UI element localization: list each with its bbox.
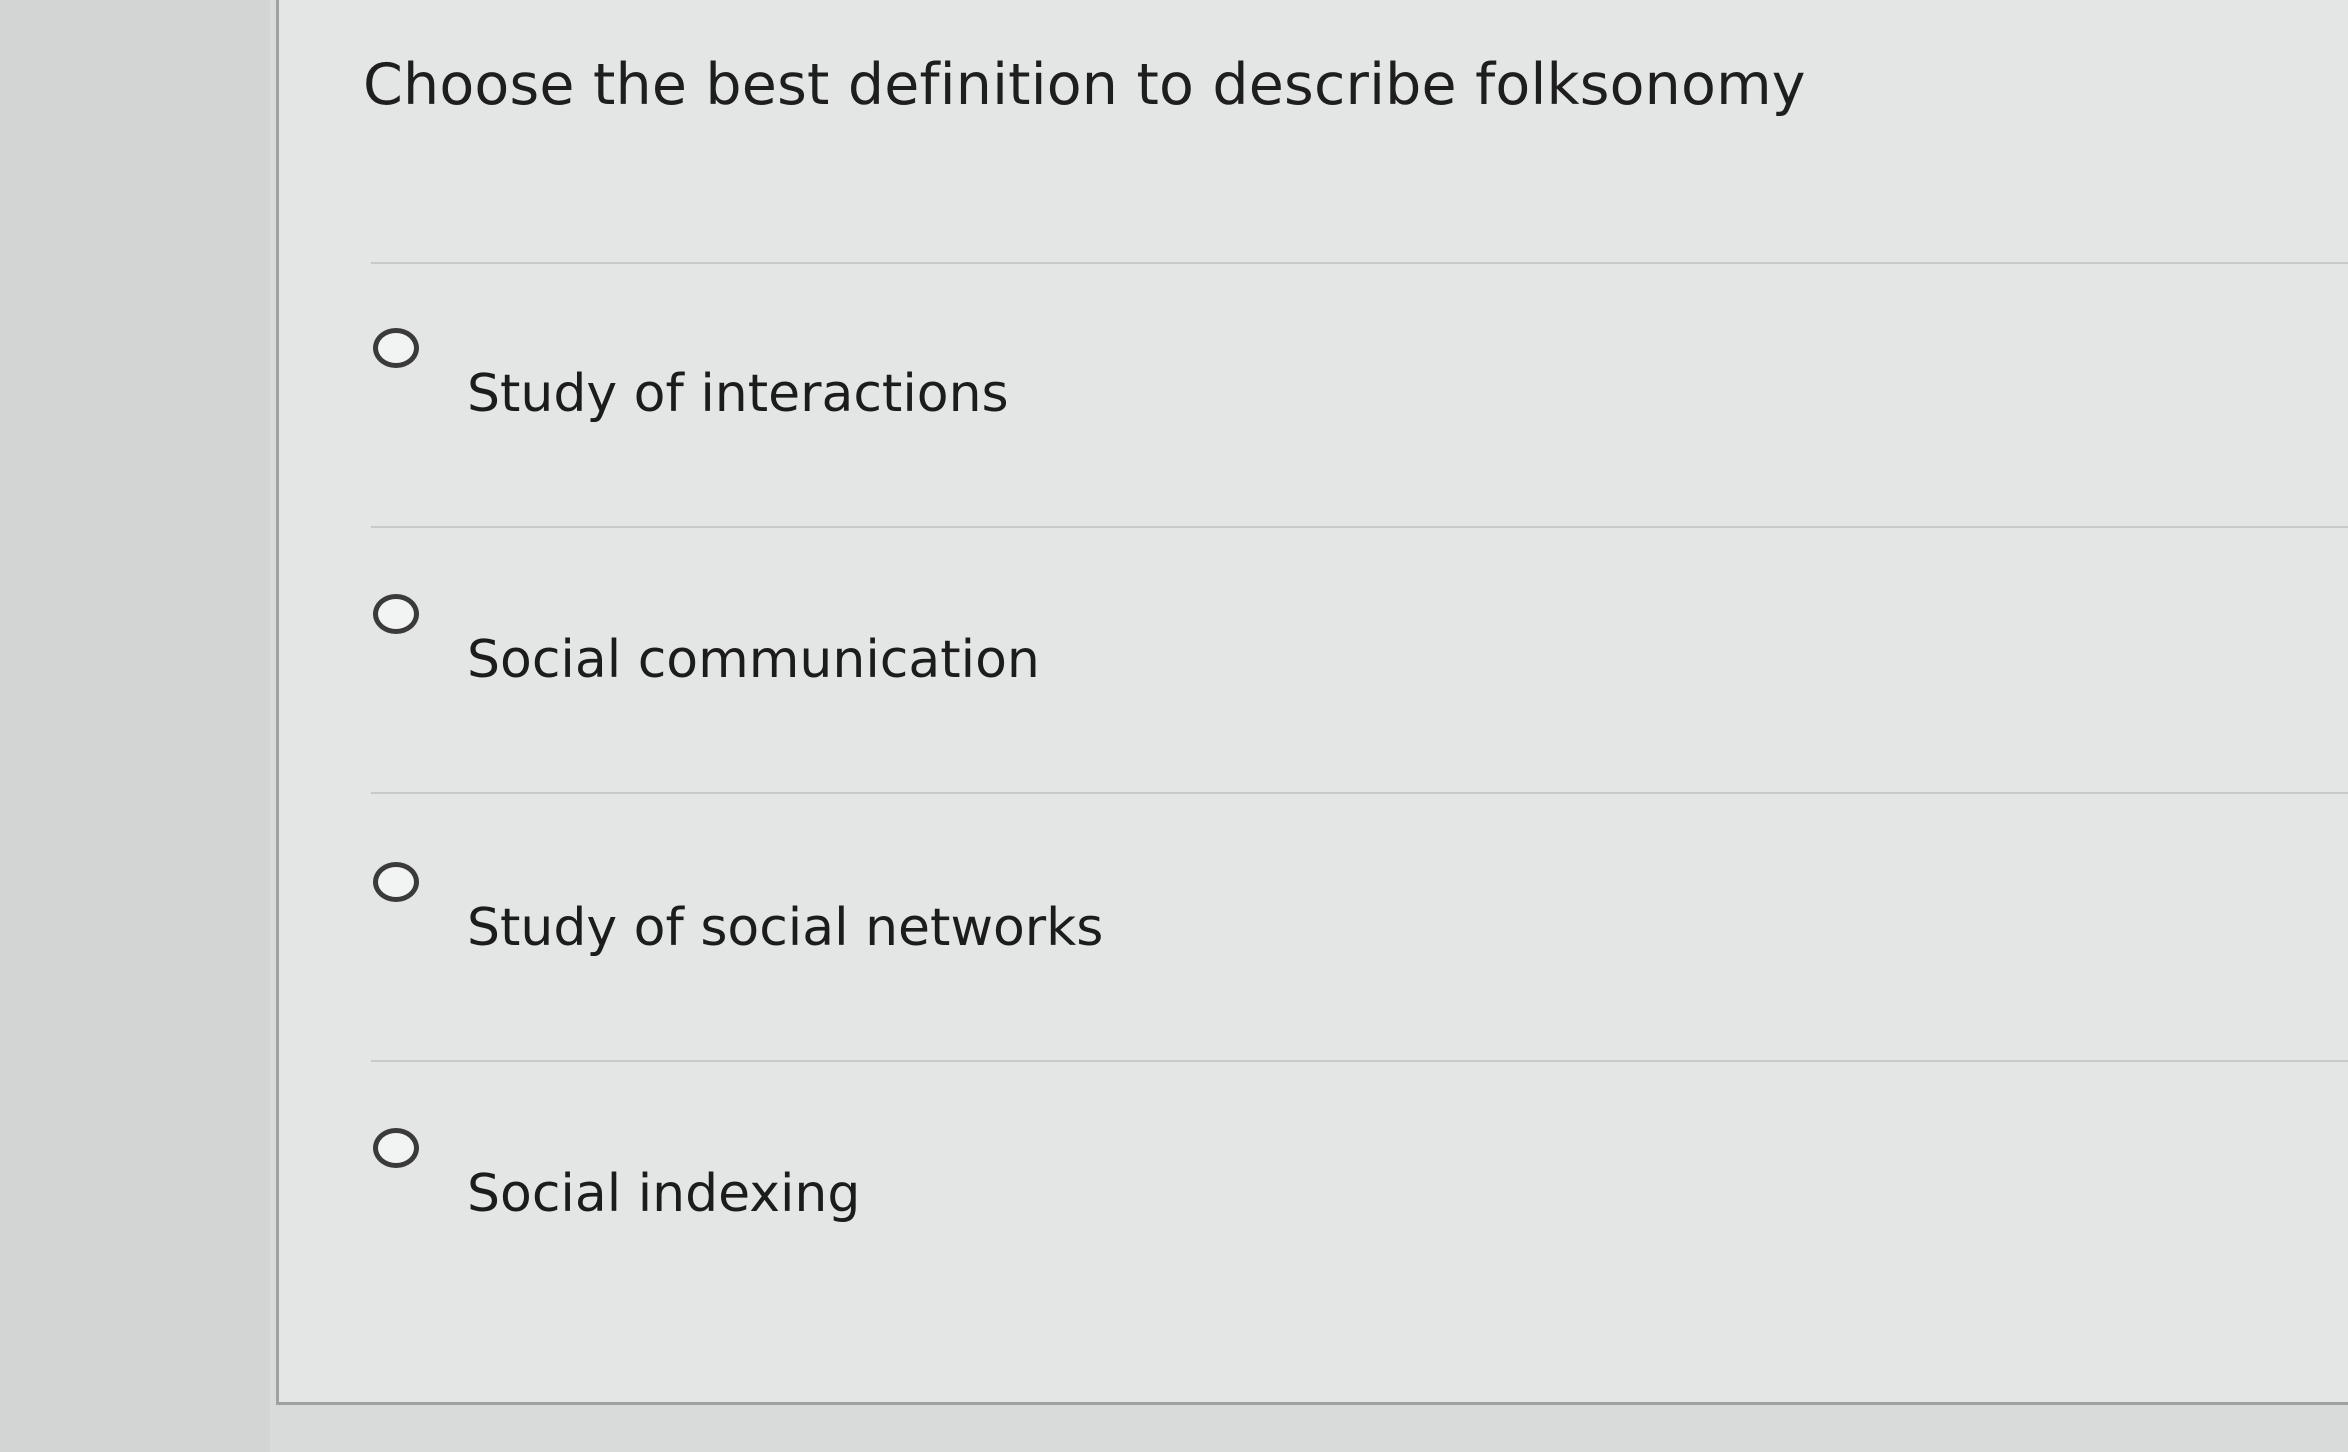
radio-button-4[interactable] [373, 1128, 419, 1168]
answer-option-2-label: Social communication [467, 630, 1040, 690]
divider [371, 1060, 2348, 1062]
page-margin [0, 0, 270, 1452]
answer-option-3-label: Study of social networks [467, 898, 1104, 958]
radio-button-2[interactable] [373, 594, 419, 634]
answer-option-4[interactable]: Social indexing [373, 1128, 2273, 1328]
question-text: Choose the best definition to describe f… [363, 52, 1806, 118]
divider [371, 526, 2348, 528]
answer-option-1[interactable]: Study of interactions [373, 328, 2273, 528]
radio-button-3[interactable] [373, 862, 419, 902]
divider [371, 262, 2348, 264]
divider [371, 792, 2348, 794]
question-panel: Choose the best definition to describe f… [276, 0, 2348, 1405]
answer-option-2[interactable]: Social communication [373, 594, 2273, 794]
radio-button-1[interactable] [373, 328, 419, 368]
answer-option-3[interactable]: Study of social networks [373, 862, 2273, 1062]
answer-option-4-label: Social indexing [467, 1164, 861, 1224]
answer-option-1-label: Study of interactions [467, 364, 1009, 424]
